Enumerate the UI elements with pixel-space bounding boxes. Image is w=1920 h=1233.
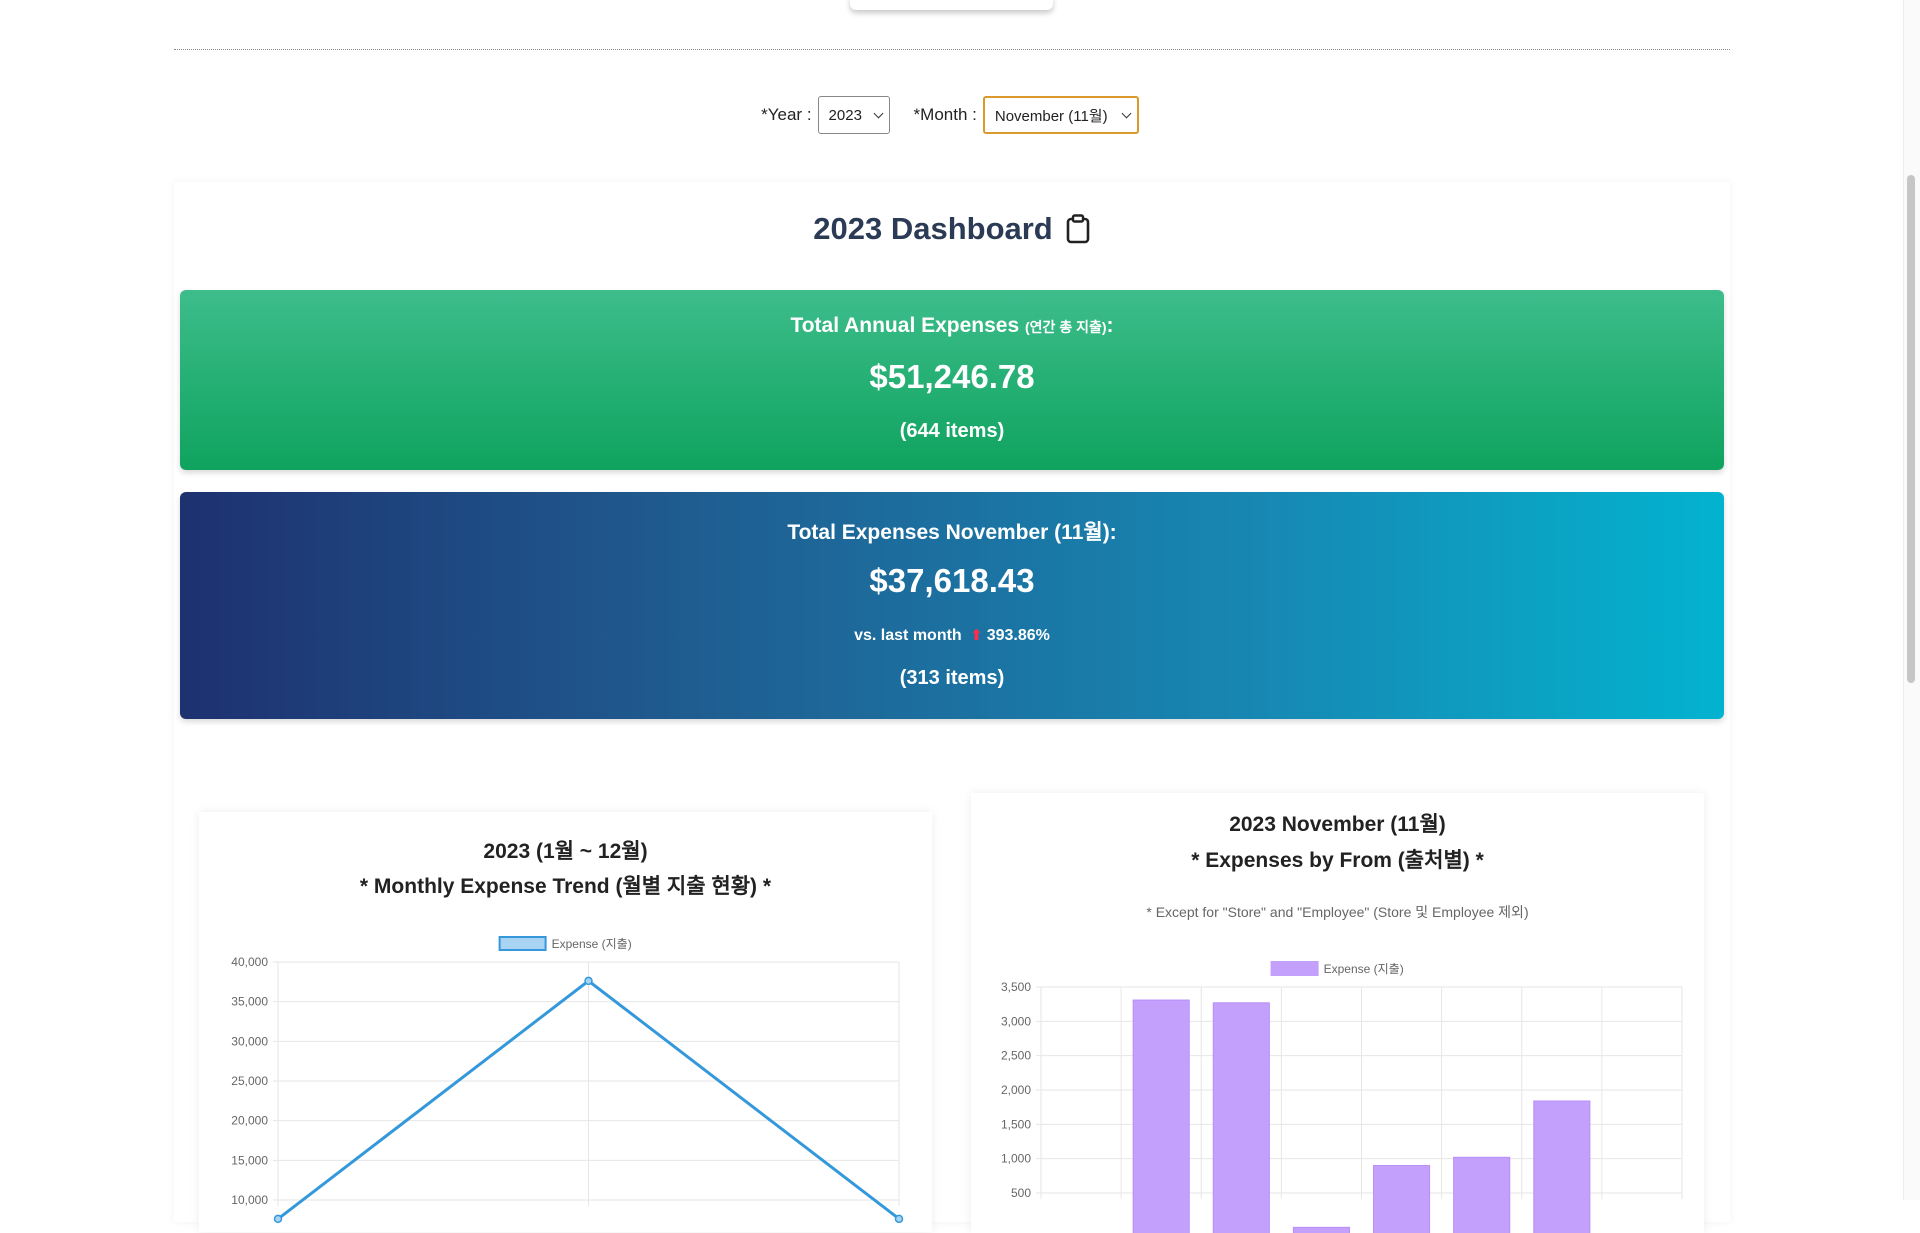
month-select[interactable]: November (11월): [982, 96, 1139, 134]
legend-label: Expense (지출): [552, 937, 632, 951]
annual-label-suffix: :: [1106, 314, 1114, 337]
line-data-point: [894, 1214, 904, 1224]
bar: [1533, 1100, 1591, 1233]
y-tick-label: 3,000: [1001, 1014, 1031, 1028]
month-label: *Month :: [913, 105, 977, 124]
filter-row: *Year : 2023 *Month : November (11월): [0, 95, 1900, 135]
dotted-divider: [174, 49, 1730, 50]
annual-label-korean: (연간 총 지출): [1025, 319, 1107, 335]
bar: [1373, 1165, 1431, 1233]
y-tick-label: 2,000: [1001, 1083, 1031, 1097]
monthly-compare: vs. last month ⬆ 393.86%: [180, 626, 1724, 645]
monthly-label: Total Expenses November (11월):: [787, 521, 1117, 544]
scrollbar-thumb[interactable]: [1907, 175, 1915, 683]
y-tick-label: 35,000: [231, 995, 268, 1009]
bar: [1132, 999, 1190, 1233]
y-tick-label: 2,500: [1001, 1049, 1031, 1063]
line-chart: Expense (지출) 40,000 35,000 30,000 25,000 20,0…: [231, 936, 904, 1224]
annual-label: Total Annual Expenses: [790, 314, 1020, 337]
page-title: 2023 Dashboard: [813, 211, 1053, 246]
clipboard-icon: [1066, 214, 1090, 244]
bar: [1292, 1226, 1350, 1233]
annual-amount: $51,246.78: [869, 358, 1035, 395]
legend-label: Expense (지출): [1324, 962, 1404, 976]
legend-swatch: [498, 936, 547, 951]
bar: [1212, 1002, 1270, 1233]
y-tick-label: 1,000: [1001, 1152, 1031, 1166]
monthly-expenses-banner: Total Expenses November (11월): $37,618.4…: [180, 492, 1724, 719]
y-tick-label: 3,500: [1001, 980, 1031, 994]
top-tab[interactable]: [850, 0, 1053, 10]
year-label: *Year :: [761, 105, 812, 124]
monthly-amount: $37,618.43: [869, 562, 1035, 599]
y-tick-label: 10,000: [231, 1193, 268, 1207]
compare-label: vs. last month: [854, 627, 962, 644]
line-data-point: [273, 1214, 283, 1224]
line-data-point: [584, 976, 593, 986]
chevron-down-icon: [873, 108, 883, 118]
chevron-down-icon: [1121, 108, 1132, 118]
annual-count: (644 items): [899, 420, 1005, 442]
legend-swatch: [1270, 961, 1319, 976]
y-tick-label: 20,000: [231, 1114, 268, 1128]
monthly-count: (313 items): [899, 667, 1005, 689]
year-select[interactable]: 2023: [817, 96, 890, 134]
up-arrow-icon: ⬆: [970, 627, 983, 644]
compare-value: 393.86%: [986, 627, 1050, 644]
annual-expenses-banner: Total Annual Expenses (연간 총 지출): $51,246…: [180, 290, 1724, 470]
expenses-by-from-card: 2023 November (11월) * Expenses by From (…: [971, 793, 1704, 1233]
y-tick-label: 1,500: [1001, 1117, 1031, 1131]
y-tick-label: 500: [1011, 1186, 1031, 1200]
bar: [1453, 1156, 1511, 1233]
y-tick-label: 40,000: [231, 955, 268, 969]
y-tick-label: 25,000: [231, 1074, 268, 1088]
bar-chart: Expense (지출) 3,500 3,000 2,500 2,000 1,500 1,0…: [1001, 961, 1683, 1233]
y-tick-label: 15,000: [231, 1153, 268, 1167]
annual-label-line: Total Annual Expenses (연간 총 지출):: [180, 314, 1724, 338]
month-value: November (11월): [994, 107, 1108, 125]
monthly-trend-card: 2023 (1월 ~ 12월) * Monthly Expense Trend …: [199, 812, 932, 1232]
year-value: 2023: [828, 106, 862, 124]
dashboard-heading: 2023 Dashboard: [0, 211, 1904, 247]
y-tick-label: 30,000: [231, 1034, 268, 1048]
